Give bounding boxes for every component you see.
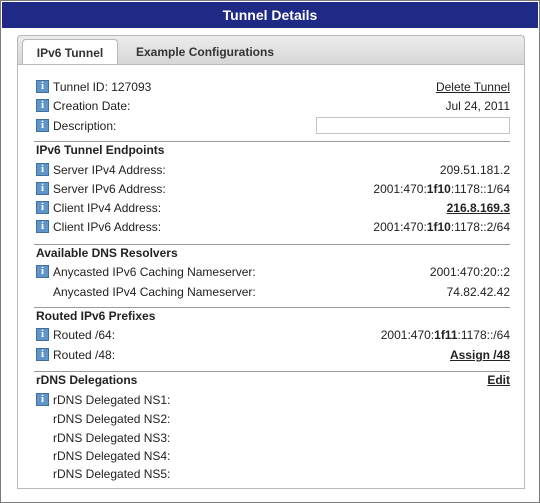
client-ipv6-value: 2001:470:1f10:1178::2/64 [373, 218, 510, 236]
client-ipv4-label: Client IPv4 Address: [53, 201, 162, 215]
client-ipv6-suffix: :1178::2/64 [450, 220, 510, 234]
info-icon[interactable]: i [36, 182, 49, 195]
client-ipv6-prefix: 2001:470: [373, 220, 427, 234]
routed-64-label: Routed /64: [53, 328, 116, 342]
tunnel-id-label: Tunnel ID: 127093 [53, 80, 152, 94]
rdns-ns5-label: rDNS Delegated NS5: [53, 467, 171, 481]
routed-64-row: i Routed /64: 2001:470:1f11:1178::/64 [36, 326, 510, 344]
rdns-ns1-row: i rDNS Delegated NS1: [36, 391, 510, 409]
client-ipv6-row: i Client IPv6 Address: 2001:470:1f10:117… [36, 218, 510, 236]
info-icon[interactable]: i [36, 348, 49, 361]
info-icon[interactable]: i [36, 220, 49, 233]
dns-ipv4-row: Anycasted IPv4 Caching Nameserver: 74.82… [36, 283, 510, 301]
info-icon[interactable]: i [36, 393, 49, 406]
info-icon[interactable]: i [36, 265, 49, 278]
dns-ipv4-value: 74.82.42.42 [446, 285, 510, 299]
client-ipv4-row: i Client IPv4 Address: 216.8.169.3 [36, 199, 510, 217]
routed-64-value: 2001:470:1f11:1178::/64 [381, 326, 510, 344]
delete-tunnel-link[interactable]: Delete Tunnel [436, 78, 510, 96]
client-ipv6-bold: 1f10 [426, 220, 451, 234]
server-ipv4-row: i Server IPv4 Address: 209.51.181.2 [36, 161, 510, 179]
rdns-ns1-label: rDNS Delegated NS1: [53, 393, 171, 407]
rdns-ns3-label: rDNS Delegated NS3: [53, 431, 171, 445]
rdns-ns3-row: rDNS Delegated NS3: [36, 429, 510, 447]
server-ipv6-suffix: :1178::1/64 [450, 182, 510, 196]
rdns-ns4-row: rDNS Delegated NS4: [36, 447, 510, 465]
rdns-ns2-label: rDNS Delegated NS2: [53, 412, 171, 426]
rdns-ns2-row: rDNS Delegated NS2: [36, 410, 510, 428]
window-title: Tunnel Details [2, 2, 538, 28]
routed-64-prefix: 2001:470: [380, 328, 435, 342]
tab-strip: IPv6 Tunnel Example Configurations [17, 35, 525, 67]
info-icon[interactable]: i [36, 119, 49, 132]
client-ipv6-label: Client IPv6 Address: [53, 220, 162, 234]
info-icon[interactable]: i [36, 163, 49, 176]
prefixes-section-header: Routed IPv6 Prefixes [34, 307, 510, 324]
info-icon[interactable]: i [36, 201, 49, 214]
creation-date-value: Jul 24, 2011 [445, 99, 511, 113]
info-icon[interactable]: i [36, 99, 49, 112]
dns-section-header: Available DNS Resolvers [34, 244, 510, 261]
rdns-section-header: rDNS Delegations Edit [34, 371, 510, 388]
server-ipv6-prefix: 2001:470: [373, 182, 427, 196]
routed-64-bold: 1f11 [434, 328, 458, 342]
tunnel-id-row: i Tunnel ID: 127093 Delete Tunnel [36, 78, 510, 96]
server-ipv6-value: 2001:470:1f10:1178::1/64 [373, 180, 510, 198]
endpoints-heading: IPv6 Tunnel Endpoints [36, 143, 165, 157]
info-icon[interactable]: i [36, 328, 49, 341]
description-label: Description: [53, 119, 117, 133]
tunnel-panel: i Tunnel ID: 127093 Delete Tunnel i Crea… [17, 64, 525, 489]
dns-heading: Available DNS Resolvers [36, 246, 178, 260]
server-ipv6-row: i Server IPv6 Address: 2001:470:1f10:117… [36, 180, 510, 198]
endpoints-section-header: IPv6 Tunnel Endpoints [34, 141, 510, 158]
server-ipv4-value: 209.51.181.2 [439, 163, 510, 177]
assign-48-link[interactable]: Assign /48 [450, 346, 510, 364]
dns-ipv6-label: Anycasted IPv6 Caching Nameserver: [53, 265, 256, 279]
routed-48-row: i Routed /48: Assign /48 [36, 346, 510, 364]
rdns-edit-link[interactable]: Edit [487, 372, 510, 389]
tunnel-details-window: Tunnel Details IPv6 Tunnel Example Confi… [0, 0, 540, 503]
routed-64-suffix: :1178::/64 [457, 328, 511, 342]
server-ipv6-label: Server IPv6 Address: [53, 182, 166, 196]
client-ipv4-link[interactable]: 216.8.169.3 [447, 199, 510, 217]
tab-ipv6-tunnel[interactable]: IPv6 Tunnel [22, 39, 118, 67]
info-icon[interactable]: i [36, 80, 49, 93]
server-ipv4-label: Server IPv4 Address: [53, 163, 166, 177]
dns-ipv4-label: Anycasted IPv4 Caching Nameserver: [53, 285, 256, 299]
dns-ipv6-row: i Anycasted IPv6 Caching Nameserver: 200… [36, 263, 510, 281]
dns-ipv6-value: 2001:470:20::2 [429, 265, 510, 279]
creation-date-row: i Creation Date: Jul 24, 2011 [36, 97, 510, 115]
rdns-ns4-label: rDNS Delegated NS4: [53, 449, 171, 463]
creation-date-label: Creation Date: [53, 99, 131, 113]
routed-48-label: Routed /48: [53, 348, 116, 362]
prefixes-heading: Routed IPv6 Prefixes [36, 309, 156, 323]
description-row: i Description: [36, 117, 510, 135]
rdns-ns5-row: rDNS Delegated NS5: [36, 465, 510, 483]
description-input[interactable] [316, 117, 510, 134]
server-ipv6-bold: 1f10 [426, 182, 451, 196]
rdns-heading: rDNS Delegations [36, 373, 138, 387]
